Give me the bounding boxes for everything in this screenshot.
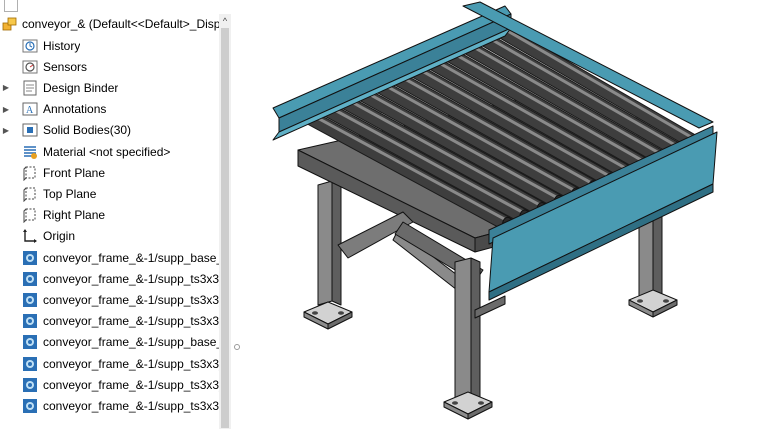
foot-bolt-hole	[663, 299, 669, 303]
leg-front-side	[470, 257, 481, 401]
body-part-icon	[22, 398, 38, 414]
tree-root-assembly[interactable]: conveyor_& (Default<<Default>_Disp	[0, 13, 219, 34]
tree-item[interactable]: ▶ Solid Bodies(30)	[0, 120, 219, 141]
expand-arrow-icon[interactable]: ▶	[0, 83, 12, 92]
tree-item[interactable]: Front Plane	[0, 162, 219, 183]
tree-item-label: conveyor_frame_&-1/supp_ts3x3_	[43, 271, 219, 286]
tree-item[interactable]: ▶ Design Binder	[0, 77, 219, 98]
expand-arrow-icon[interactable]: ▶	[0, 126, 12, 135]
tree-item[interactable]: conveyor_frame_&-1/supp_ts3x3_	[0, 374, 219, 395]
foot-bolt-hole	[312, 311, 318, 315]
tree-scrollbar[interactable]: ^	[219, 14, 231, 429]
body-part-icon	[22, 356, 38, 372]
conveyor-assembly-model[interactable]	[243, 0, 768, 429]
tree-item[interactable]: Top Plane	[0, 183, 219, 204]
tree-item-label: conveyor_frame_&-1/supp_ts3x3_	[43, 377, 219, 392]
leg-back-left	[317, 180, 333, 306]
body-part-icon	[22, 377, 38, 393]
body-part-icon	[22, 250, 38, 266]
tree-item[interactable]: conveyor_frame_&-1/supp_base_	[0, 247, 219, 268]
plane-icon	[22, 207, 38, 224]
tree-item-label: Front Plane	[43, 165, 106, 180]
tree-item[interactable]: conveyor_frame_&-1/supp_ts3x3_	[0, 268, 219, 289]
tree-item-label: Solid Bodies(30)	[43, 123, 132, 138]
tree-item[interactable]: ▶ A Annotations	[0, 99, 219, 120]
scroll-up-arrow-icon[interactable]: ^	[220, 16, 230, 26]
tree-item[interactable]: Origin	[0, 226, 219, 247]
body-part-icon	[22, 334, 38, 350]
solid-bodies-icon	[22, 122, 38, 138]
tree-item-label: Right Plane	[43, 208, 106, 223]
foot-bolt-hole	[478, 401, 484, 405]
filter-icon[interactable]	[4, 0, 18, 12]
panel-splitter[interactable]	[231, 0, 243, 429]
sensors-folder-icon	[22, 59, 38, 75]
plane-icon	[22, 165, 38, 181]
tree-item-label: Material <not specified>	[43, 144, 171, 159]
feature-manager-tree: conveyor_& (Default<<Default>_Disp Histo…	[0, 0, 232, 429]
tree-item[interactable]: conveyor_frame_&-1/supp_ts3x3_	[0, 311, 219, 332]
tree-item-label: conveyor_frame_&-1/supp_ts3x3_	[43, 356, 219, 371]
leg-back-left-side	[331, 180, 342, 306]
tree-item-label: Design Binder	[43, 80, 119, 95]
expand-arrow-icon[interactable]: ▶	[0, 105, 12, 114]
body-part-icon	[22, 271, 38, 287]
origin-icon	[22, 228, 38, 244]
plane-icon	[22, 186, 38, 202]
tree-root-label: conveyor_& (Default<<Default>_Disp	[22, 16, 219, 31]
tree-item-label: Origin	[43, 229, 76, 244]
tree-item[interactable]: Sensors	[0, 56, 219, 77]
tree-item-label: Top Plane	[43, 186, 97, 201]
tree-item[interactable]: conveyor_frame_&-1/supp_ts3x3_	[0, 353, 219, 374]
tree-item-label: History	[43, 38, 81, 53]
tree-filter-bar	[0, 0, 231, 14]
tree-item[interactable]: Right Plane	[0, 205, 219, 226]
scroll-thumb[interactable]	[221, 28, 229, 428]
tree-item-label: conveyor_frame_&-1/supp_base_	[43, 335, 219, 350]
design-binder-icon	[22, 80, 38, 96]
tree-item-label: conveyor_frame_&-1/supp_ts3x3_	[43, 292, 219, 307]
tree-item[interactable]: conveyor_frame_&-1/supp_ts3x3	[0, 395, 219, 416]
tree-item[interactable]: conveyor_frame_&-1/supp_ts3x3_	[0, 289, 219, 310]
tree-item-label: Sensors	[43, 59, 88, 74]
leg-front	[454, 257, 472, 401]
annotations-icon: A	[22, 101, 38, 117]
tree-item[interactable]: conveyor_frame_&-1/supp_base_	[0, 332, 219, 353]
body-part-icon	[22, 292, 38, 308]
foot-bolt-hole	[338, 311, 344, 315]
graphics-viewport[interactable]	[243, 0, 768, 429]
tree-item[interactable]: Material <not specified>	[0, 141, 219, 162]
tree-item[interactable]: History	[0, 35, 219, 56]
tree-item-label: conveyor_frame_&-1/supp_base_	[43, 250, 219, 265]
tree-item-label: conveyor_frame_&-1/supp_ts3x3_	[43, 314, 219, 329]
svg-text:A: A	[26, 105, 34, 116]
foot-bolt-hole	[452, 401, 458, 405]
material-icon	[22, 144, 38, 160]
assembly-icon	[2, 16, 18, 32]
foot-bolt-hole	[637, 299, 643, 303]
history-folder-icon	[22, 38, 38, 54]
body-part-icon	[22, 313, 38, 329]
tree-item-label: conveyor_frame_&-1/supp_ts3x3	[43, 398, 219, 413]
tree-item-label: Annotations	[43, 102, 107, 117]
splitter-grip-icon[interactable]	[234, 344, 240, 350]
